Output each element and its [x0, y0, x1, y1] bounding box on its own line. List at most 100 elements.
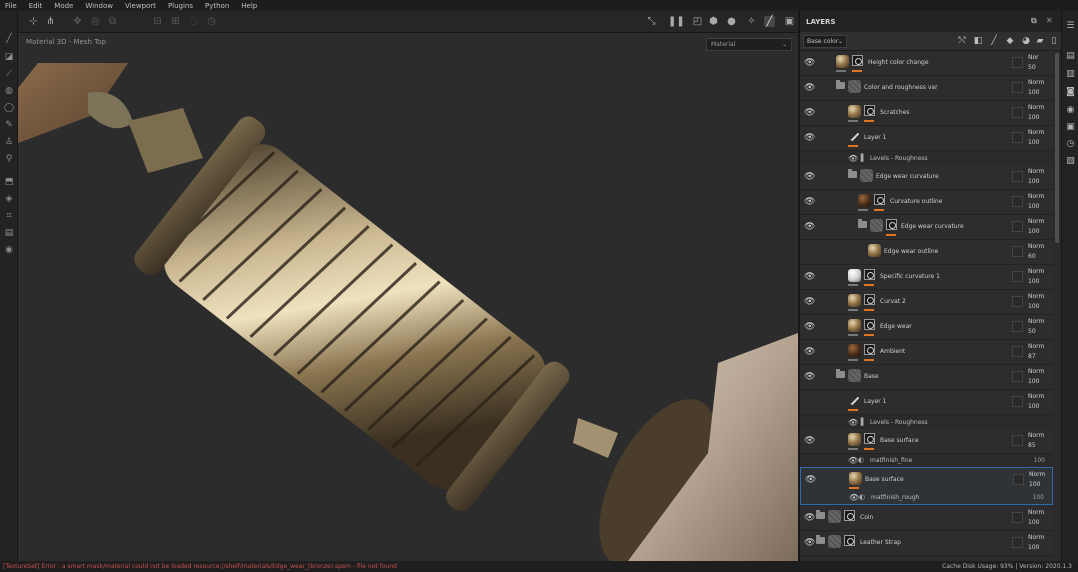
opacity-value[interactable]: 100: [1028, 402, 1049, 411]
layer-checkbox[interactable]: [1012, 271, 1023, 282]
blend-mode[interactable]: Norm: [1028, 533, 1049, 542]
layer-checkbox[interactable]: [1012, 57, 1023, 68]
layer-checkbox[interactable]: [1012, 296, 1023, 307]
layer-row[interactable]: 👁 Height color change Nor 50: [800, 51, 1053, 76]
3d-viewport[interactable]: Material 3D - Mesh Top Material ⌄: [18, 33, 798, 561]
opacity-value[interactable]: 100: [1028, 518, 1049, 527]
opacity-value[interactable]: 60: [1028, 252, 1049, 261]
layer-row[interactable]: 👁 Edge wear Norm 50: [800, 315, 1053, 340]
eye-icon[interactable]: 👁: [804, 512, 815, 524]
menu-edit[interactable]: Edit: [29, 2, 43, 10]
mask-thumbnail[interactable]: [886, 219, 897, 230]
layer-folder-row[interactable]: 👁 Edge wear curvature Norm 100: [800, 215, 1053, 240]
menu-window[interactable]: Window: [85, 2, 113, 10]
layer-checkbox[interactable]: [1012, 171, 1023, 182]
mask-thumbnail[interactable]: [864, 294, 875, 305]
bake-icon[interactable]: ◈: [3, 193, 15, 205]
opacity-value[interactable]: 87: [1028, 352, 1049, 361]
layer-checkbox[interactable]: [1012, 396, 1023, 407]
blend-mode[interactable]: Norm: [1028, 192, 1049, 201]
polygon-fill-icon[interactable]: ⬒: [3, 176, 15, 188]
opacity-value[interactable]: 100: [1028, 202, 1049, 211]
menu-mode[interactable]: Mode: [54, 2, 73, 10]
layer-row-selected[interactable]: 👁 Base surface Norm 100 👁 ◐ matfinish_ro…: [800, 467, 1053, 505]
blend-mode[interactable]: Norm: [1028, 167, 1049, 176]
export-icon[interactable]: ▤: [3, 227, 15, 239]
smudge-icon[interactable]: ◯: [3, 102, 15, 114]
layer-folder-row[interactable]: 👁 Base Norm 100: [800, 365, 1053, 390]
eye-icon[interactable]: 👁: [848, 153, 858, 164]
eraser-icon[interactable]: ◪: [3, 51, 15, 63]
eye-icon[interactable]: 👁: [804, 271, 815, 283]
effects-icon[interactable]: ⤲: [956, 35, 968, 47]
channel-select[interactable]: Base color ⌄: [803, 35, 847, 48]
sphere-icon[interactable]: ●: [726, 16, 737, 27]
eye-icon[interactable]: 👁: [804, 196, 815, 208]
paint-mode-icon[interactable]: ╱: [764, 16, 775, 27]
pause-icon[interactable]: ❚❚: [668, 16, 685, 27]
blend-mode[interactable]: Norm: [1029, 470, 1050, 479]
filter-value[interactable]: 100: [1033, 492, 1044, 503]
layer-row[interactable]: Layer 1 Norm 100: [800, 390, 1053, 415]
menu-help[interactable]: Help: [241, 2, 257, 10]
geometry-fill-icon[interactable]: ◍: [3, 85, 15, 97]
layer-row[interactable]: 👁 Specific curvature 1 Norm 100: [800, 265, 1053, 290]
eye-icon[interactable]: 👁: [805, 474, 816, 486]
copy-icon[interactable]: ⧉: [107, 16, 118, 27]
mask-thumbnail[interactable]: [864, 269, 875, 280]
camera-view-icon[interactable]: ◰: [692, 16, 703, 27]
opacity-value[interactable]: 100: [1029, 480, 1050, 489]
layer-row[interactable]: 👁 Ambient Norm 87: [800, 340, 1053, 365]
mask-thumbnail[interactable]: [844, 535, 855, 546]
blend-mode[interactable]: Norm: [1028, 508, 1049, 517]
properties-icon[interactable]: ▥: [1065, 69, 1076, 80]
menu-plugins[interactable]: Plugins: [168, 2, 193, 10]
symmetry-icon[interactable]: ⋔: [45, 16, 56, 27]
blend-mode[interactable]: Norm: [1028, 367, 1049, 376]
mask-thumbnail[interactable]: [864, 433, 875, 444]
align-icon[interactable]: ⊟: [152, 16, 163, 27]
layer-checkbox[interactable]: [1012, 371, 1023, 382]
add-folder-icon[interactable]: ▰: [1034, 35, 1046, 47]
menu-viewport[interactable]: Viewport: [125, 2, 156, 10]
opacity-value[interactable]: 100: [1028, 113, 1049, 122]
mask-thumbnail[interactable]: [864, 344, 875, 355]
layer-row[interactable]: 👁 Layer 1 Norm 100: [800, 126, 1053, 151]
delete-icon[interactable]: ▯: [1048, 35, 1060, 47]
blend-mode[interactable]: Norm: [1028, 292, 1049, 301]
layer-checkbox[interactable]: [1012, 512, 1023, 523]
cube-icon[interactable]: ⬢: [708, 16, 719, 27]
layer-row[interactable]: 👁 Base surface Norm 85: [800, 429, 1053, 454]
texture-set-icon[interactable]: ▤: [1065, 51, 1076, 62]
layer-row[interactable]: 👁 Curvat 2 Norm 100: [800, 290, 1053, 315]
opacity-value[interactable]: 50: [1028, 327, 1049, 336]
screenshot-icon[interactable]: ▣: [784, 16, 795, 27]
layer-folder-row[interactable]: 👁 Edge wear curvature Norm 100: [800, 165, 1053, 190]
blend-mode[interactable]: Norm: [1028, 78, 1049, 87]
menu-python[interactable]: Python: [205, 2, 229, 10]
blend-mode[interactable]: Norm: [1028, 242, 1049, 251]
layer-folder-row[interactable]: 👁 Leather Strap Norm 100: [800, 531, 1053, 556]
close-icon[interactable]: ✕: [1046, 16, 1053, 25]
material-picker-icon[interactable]: ◉: [3, 244, 15, 256]
eye-icon[interactable]: 👁: [804, 171, 815, 183]
mask-thumbnail[interactable]: [864, 105, 875, 116]
eye-icon[interactable]: 👁: [804, 435, 815, 447]
eye-icon[interactable]: 👁: [804, 296, 815, 308]
scrollbar-thumb[interactable]: [1055, 53, 1059, 243]
viewport-channel-select[interactable]: Material ⌄: [706, 38, 792, 51]
blend-mode[interactable]: Norm: [1028, 103, 1049, 112]
eye-icon[interactable]: 👁: [804, 82, 815, 94]
eye-icon[interactable]: 👁: [804, 321, 815, 333]
layer-checkbox[interactable]: [1012, 346, 1023, 357]
opacity-value[interactable]: 100: [1028, 177, 1049, 186]
measure-icon[interactable]: ⌗: [3, 210, 15, 222]
layer-checkbox[interactable]: [1012, 82, 1023, 93]
eye-icon[interactable]: 👁: [804, 371, 815, 383]
layer-checkbox[interactable]: [1012, 107, 1023, 118]
layers-dock-icon[interactable]: ☰: [1065, 21, 1076, 32]
opacity-value[interactable]: 100: [1028, 88, 1049, 97]
eye-icon[interactable]: 👁: [848, 455, 858, 466]
layer-checkbox[interactable]: [1012, 196, 1023, 207]
move-icon[interactable]: ✥: [72, 16, 83, 27]
